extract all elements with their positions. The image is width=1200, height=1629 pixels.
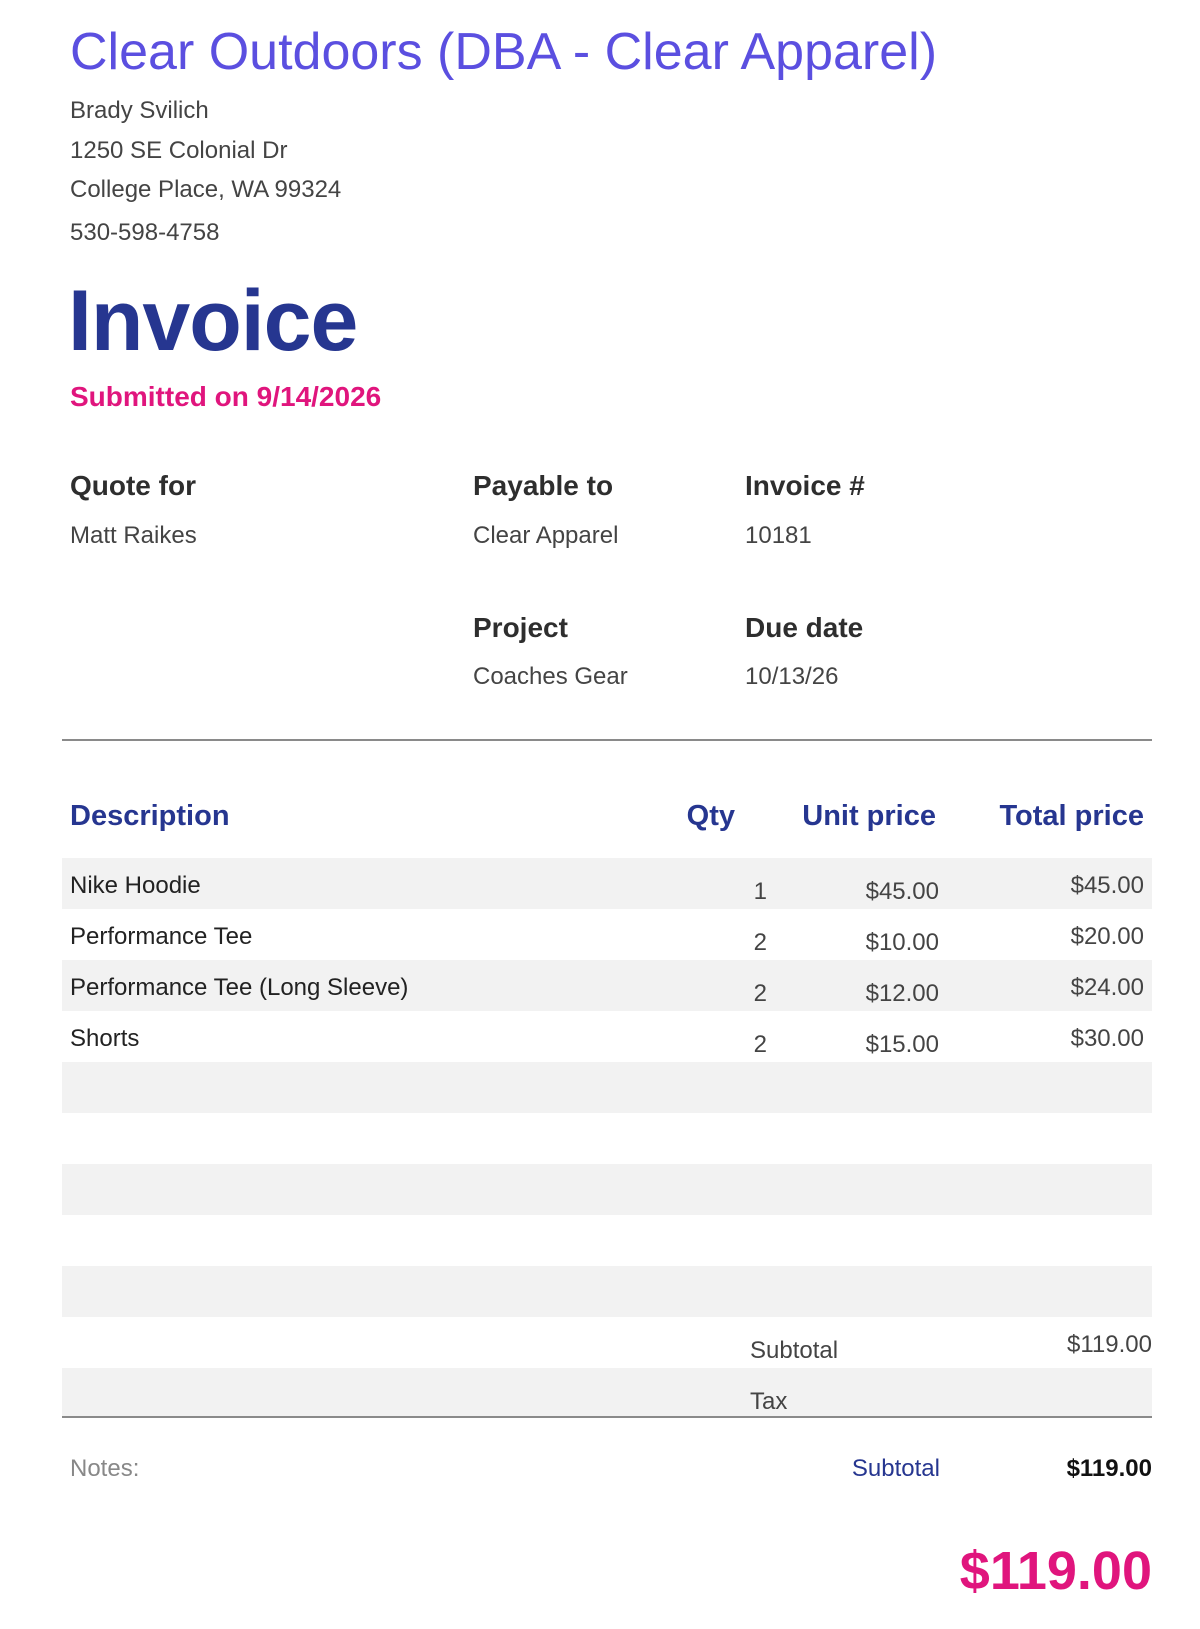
grand-total: $119.00 xyxy=(959,1541,1152,1601)
tax-label: Tax xyxy=(750,1388,788,1415)
row-total-price: $24.00 xyxy=(1070,974,1144,1001)
row-description: Nike Hoodie xyxy=(70,872,201,899)
footer-subtotal-label: Subtotal xyxy=(851,1455,940,1482)
row-unit-price: $10.00 xyxy=(865,929,939,956)
row-unit-price: $12.00 xyxy=(865,980,939,1007)
empty-row xyxy=(62,1164,1152,1215)
row-qty: 2 xyxy=(753,929,767,956)
table-row: Performance Tee 2 $10.00 $20.00 xyxy=(62,909,1152,960)
notes-label: Notes: xyxy=(70,1455,140,1482)
row-total-price: $30.00 xyxy=(1070,1025,1144,1052)
invoice-title: Invoice xyxy=(68,273,358,369)
company-name: Clear Outdoors (DBA - Clear Apparel) xyxy=(70,23,938,81)
company-city: College Place, WA 99324 xyxy=(70,176,342,203)
header-qty: Qty xyxy=(686,800,735,832)
row-qty: 2 xyxy=(753,1031,767,1058)
row-description: Shorts xyxy=(70,1025,140,1052)
quote-for-value: Matt Raikes xyxy=(70,522,197,549)
row-total-price: $20.00 xyxy=(1070,923,1144,950)
company-phone: 530-598-4758 xyxy=(70,219,220,246)
project-label: Project xyxy=(473,612,568,643)
table-row: Shorts 2 $15.00 $30.00 xyxy=(62,1011,1152,1062)
footer-subtotal-value: $119.00 xyxy=(1066,1455,1152,1482)
table-row: Nike Hoodie 1 $45.00 $45.00 xyxy=(62,858,1152,909)
due-date-label: Due date xyxy=(745,612,864,643)
project-value: Coaches Gear xyxy=(473,663,628,690)
section-divider xyxy=(62,739,1152,741)
invoice-number-value: 10181 xyxy=(745,522,812,549)
due-date-value: 10/13/26 xyxy=(745,663,839,690)
header-total-price: Total price xyxy=(999,800,1145,832)
row-total-price: $45.00 xyxy=(1070,872,1144,899)
empty-row xyxy=(62,1266,1152,1317)
subtotal-row xyxy=(62,1317,1152,1368)
row-unit-price: $45.00 xyxy=(865,878,939,905)
row-description: Performance Tee xyxy=(70,923,253,950)
empty-row xyxy=(62,1062,1152,1113)
header-description: Description xyxy=(70,800,230,832)
subtotal-label: Subtotal xyxy=(750,1337,839,1364)
subtotal-value: $119.00 xyxy=(1067,1331,1152,1358)
row-qty: 1 xyxy=(753,878,767,905)
empty-row xyxy=(62,1215,1152,1266)
company-street: 1250 SE Colonial Dr xyxy=(70,137,288,164)
tax-row xyxy=(62,1368,1152,1416)
totals-divider xyxy=(62,1416,1152,1418)
payable-to-value: Clear Apparel xyxy=(473,522,619,549)
payable-to-label: Payable to xyxy=(473,470,614,501)
row-unit-price: $15.00 xyxy=(865,1031,939,1058)
header-unit-price: Unit price xyxy=(802,800,936,832)
submitted-date: Submitted on 9/14/2026 xyxy=(70,381,382,412)
quote-for-label: Quote for xyxy=(70,470,196,501)
empty-row xyxy=(62,1113,1152,1164)
row-qty: 2 xyxy=(753,980,767,1007)
table-row: Performance Tee (Long Sleeve) 2 $12.00 $… xyxy=(62,960,1152,1011)
company-contact: Brady Svilich xyxy=(70,97,209,124)
invoice-number-label: Invoice # xyxy=(745,470,865,501)
row-description: Performance Tee (Long Sleeve) xyxy=(70,974,409,1001)
